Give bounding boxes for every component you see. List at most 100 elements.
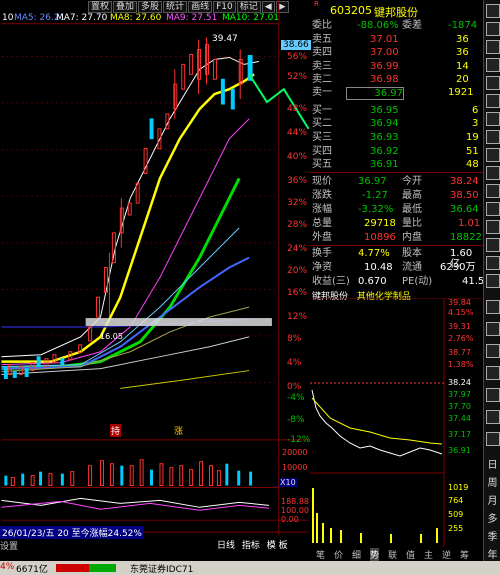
sidebar-icon[interactable] (486, 344, 500, 358)
quote-value: 1.01 (458, 218, 481, 229)
bid-row: 买二 36.94 3 (312, 118, 482, 129)
ask-label: 卖四 (312, 47, 332, 58)
ask-price: 36.99 (370, 61, 399, 72)
right-sidebar: 日 周 月 多 季 年 (483, 0, 500, 575)
low-price-label: 16.05 (100, 332, 123, 341)
tab-bi[interactable]: 笔 (316, 548, 325, 561)
quote-label: 今开 (402, 176, 422, 187)
sidebar-icon[interactable] (486, 300, 500, 314)
tab-ni[interactable]: 逆 (442, 548, 451, 561)
sidebar-icon[interactable] (486, 256, 500, 270)
bid-row: 买五 36.91 48 (312, 159, 482, 170)
sidebar-period-multi[interactable]: 多 (486, 510, 499, 525)
sidebar-icon[interactable] (486, 40, 500, 54)
sidebar-icon[interactable] (486, 130, 500, 144)
tab-lian[interactable]: 联 (388, 548, 397, 561)
tab-indicator[interactable]: 指标 (242, 541, 260, 551)
sidebar-period-quarter[interactable]: 季 (486, 528, 499, 543)
pct-label: 52% (287, 72, 308, 82)
tab-xi[interactable]: 细 (352, 548, 361, 561)
sidebar-icon[interactable] (486, 388, 500, 402)
sidebar-period-day[interactable]: 日 (486, 456, 499, 471)
sidebar-icon[interactable] (486, 366, 500, 380)
quote-row: 现价 36.97 今开 38.24 (312, 176, 482, 187)
sidebar-icon[interactable] (486, 184, 500, 198)
pct-label: 44% (287, 128, 308, 138)
volume-bars (4, 459, 253, 487)
sidebar-period-month[interactable]: 月 (486, 492, 499, 507)
sidebar-icon[interactable] (486, 274, 500, 288)
minute-price-label: 37.17 (448, 430, 471, 439)
tab-zhu[interactable]: 主 (424, 548, 433, 561)
sidebar-icon[interactable] (486, 202, 500, 216)
tab-chou[interactable]: 筹 (460, 548, 469, 561)
ask-row: 卖一 36.97 1921 (312, 87, 482, 100)
sidebar-period-year[interactable]: 年 (486, 546, 499, 561)
sidebar-period-week[interactable]: 周 (486, 474, 499, 489)
bid-price: 36.95 (370, 105, 399, 116)
sidebar-icon[interactable] (486, 148, 500, 162)
ask-row: 卖二 36.98 20 (312, 74, 482, 85)
minute-price-label: 38.77 (448, 348, 471, 357)
tab-shi[interactable]: 势 (370, 548, 380, 561)
quote-value: 41.5 (462, 276, 485, 287)
ask-price: 37.00 (370, 47, 399, 58)
sidebar-icon[interactable] (486, 322, 500, 336)
quote-label: 现价 (312, 176, 332, 187)
sidebar-icon[interactable] (486, 4, 500, 18)
bid-label: 买五 (312, 159, 332, 170)
sidebar-icon[interactable] (486, 94, 500, 108)
tab-daily[interactable]: 日线 (217, 541, 235, 551)
bid-price: 36.91 (370, 159, 399, 170)
sidebar-icon[interactable] (486, 432, 500, 446)
ask-label: 卖三 (312, 61, 332, 72)
quote-value: 4.77% (358, 248, 390, 259)
wei-label: 委比 (312, 20, 332, 31)
sidebar-icon[interactable] (486, 166, 500, 180)
status-index-value: 6671亿 (16, 565, 48, 575)
ask-vol: 1921 (448, 87, 474, 98)
quote-label: 流通 (402, 262, 422, 273)
pct-label: 32% (287, 198, 308, 208)
tab-board[interactable]: 板 (279, 541, 288, 551)
minute-vol-label: 764 (448, 496, 464, 505)
vol-scale-tag[interactable]: X10 (279, 478, 297, 487)
quote-row: 总量 29718 量比 1.01 (312, 218, 482, 229)
quote-label: 股本 (402, 248, 422, 259)
quote-value: 10.48 (364, 262, 393, 273)
settings-label[interactable]: 设置 (0, 539, 18, 552)
quote-label: 换手 (312, 248, 332, 259)
ask-row: 卖五 37.01 36 (312, 34, 482, 45)
sidebar-icon[interactable] (486, 220, 500, 234)
sidebar-icon[interactable] (486, 22, 500, 36)
minute-pct-label: 1.38% (448, 360, 474, 369)
minute-vol-label: 1019 (448, 483, 469, 492)
bid-row: 买三 36.93 19 (312, 132, 482, 143)
minute-volume (312, 488, 438, 543)
bid-label: 买二 (312, 118, 332, 129)
quote-label: 净资 (312, 262, 332, 273)
ind-label: 188.88 (281, 497, 309, 506)
sidebar-icon[interactable] (486, 112, 500, 126)
tab-template[interactable]: 模 (267, 541, 276, 551)
minute-price-label: 39.31 (448, 322, 471, 331)
tab-jia[interactable]: 价 (334, 548, 343, 561)
ask-label: 卖二 (312, 74, 332, 85)
pct-label: 48% (287, 104, 308, 114)
sidebar-icon[interactable] (486, 76, 500, 90)
quote-row: 涨跌 -1.27 最高 38.50 (312, 190, 482, 201)
sidebar-icon[interactable] (486, 238, 500, 252)
quote-row: 外盘 10896 内盘 18822 (312, 232, 482, 243)
quote-label: PE(动) (402, 276, 433, 287)
tab-zhi[interactable]: 值 (406, 548, 415, 561)
ma-line-yellow-bottom (120, 370, 250, 389)
quote-label: 总量 (312, 218, 332, 229)
kline-chart[interactable] (0, 0, 310, 540)
ask-label: 卖一 (312, 87, 332, 98)
sidebar-icon[interactable] (486, 410, 500, 424)
pct-label: 40% (287, 152, 308, 162)
quote-value: 6230万 (440, 262, 476, 273)
bid-vol: 19 (466, 132, 479, 143)
sidebar-icon[interactable] (486, 58, 500, 72)
status-broker: 东莞证券IDC71 (130, 565, 194, 575)
